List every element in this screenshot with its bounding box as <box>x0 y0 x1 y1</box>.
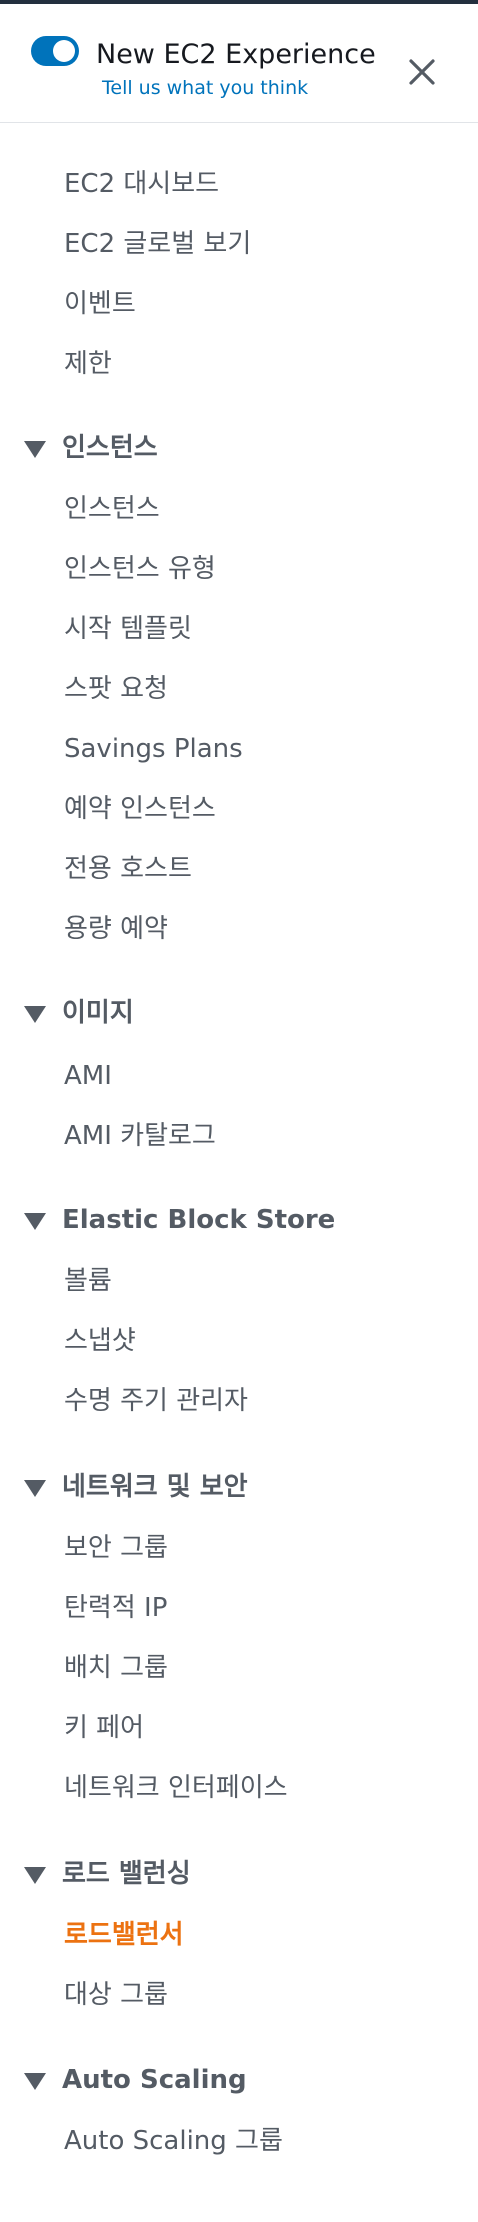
nav-item-elastic-ips[interactable]: 탄력적 IP <box>64 1590 167 1626</box>
nav-item-capacity-reservations[interactable]: 용량 예약 <box>64 911 168 947</box>
close-button[interactable] <box>398 50 446 98</box>
caret-down-icon <box>24 1479 46 1497</box>
section-title: 네트워크 및 보안 <box>62 1472 248 1502</box>
caret-down-icon <box>24 1005 46 1023</box>
nav-item-volumes[interactable]: 볼륨 <box>64 1263 112 1299</box>
nav-item-spot-requests[interactable]: 스팟 요청 <box>64 671 168 707</box>
section-network-security[interactable]: 네트워크 및 보안 <box>24 1467 248 1507</box>
section-title: 이미지 <box>62 998 134 1028</box>
section-title: 로드 밸런싱 <box>62 1859 191 1889</box>
section-auto-scaling[interactable]: Auto Scaling <box>24 2060 247 2100</box>
feedback-link[interactable]: Tell us what you think <box>102 76 308 100</box>
caret-down-icon <box>24 1866 46 1884</box>
section-instances[interactable]: 인스턴스 <box>24 428 158 468</box>
nav-item-security-groups[interactable]: 보안 그룹 <box>64 1530 168 1566</box>
nav-item-key-pairs[interactable]: 키 페어 <box>64 1710 144 1746</box>
section-load-balancing[interactable]: 로드 밸런싱 <box>24 1854 191 1894</box>
new-experience-toggle[interactable] <box>31 36 79 66</box>
sidebar-header: New EC2 Experience Tell us what you thin… <box>0 4 478 123</box>
section-title: Elastic Block Store <box>62 1205 336 1235</box>
section-title: 인스턴스 <box>62 433 158 463</box>
section-images[interactable]: 이미지 <box>24 993 134 1033</box>
nav-item-network-interfaces[interactable]: 네트워크 인터페이스 <box>64 1770 288 1806</box>
nav-item-ec2-global-view[interactable]: EC2 글로벌 보기 <box>64 226 251 262</box>
nav-item-ec2-dashboard[interactable]: EC2 대시보드 <box>64 166 219 202</box>
nav-item-events[interactable]: 이벤트 <box>64 286 136 322</box>
nav-item-savings-plans[interactable]: Savings Plans <box>64 731 243 767</box>
nav-item-launch-templates[interactable]: 시작 템플릿 <box>64 611 192 647</box>
nav-item-auto-scaling-groups[interactable]: Auto Scaling 그룹 <box>64 2123 283 2159</box>
nav-item-placement-groups[interactable]: 배치 그룹 <box>64 1650 168 1686</box>
nav-item-snapshots[interactable]: 스냅샷 <box>64 1323 136 1359</box>
toggle-knob <box>53 40 75 62</box>
new-experience-label: New EC2 Experience <box>96 39 376 70</box>
nav-item-ami[interactable]: AMI <box>64 1058 112 1094</box>
nav-item-limits[interactable]: 제한 <box>64 346 112 382</box>
nav-item-lifecycle-manager[interactable]: 수명 주기 관리자 <box>64 1383 248 1419</box>
nav-item-dedicated-hosts[interactable]: 전용 호스트 <box>64 851 192 887</box>
nav-item-ami-catalog[interactable]: AMI 카탈로그 <box>64 1118 216 1154</box>
nav-item-load-balancers[interactable]: 로드밸런서 <box>64 1917 184 1953</box>
caret-down-icon <box>24 2072 46 2090</box>
nav-item-reserved-instances[interactable]: 예약 인스턴스 <box>64 791 216 827</box>
nav-item-instances[interactable]: 인스턴스 <box>64 491 160 527</box>
close-icon <box>407 57 437 91</box>
caret-down-icon <box>24 440 46 458</box>
nav-item-instance-types[interactable]: 인스턴스 유형 <box>64 551 216 587</box>
caret-down-icon <box>24 1212 46 1230</box>
nav-item-target-groups[interactable]: 대상 그룹 <box>64 1977 168 2013</box>
section-title: Auto Scaling <box>62 2065 247 2095</box>
section-elastic-block-store[interactable]: Elastic Block Store <box>24 1200 335 1240</box>
